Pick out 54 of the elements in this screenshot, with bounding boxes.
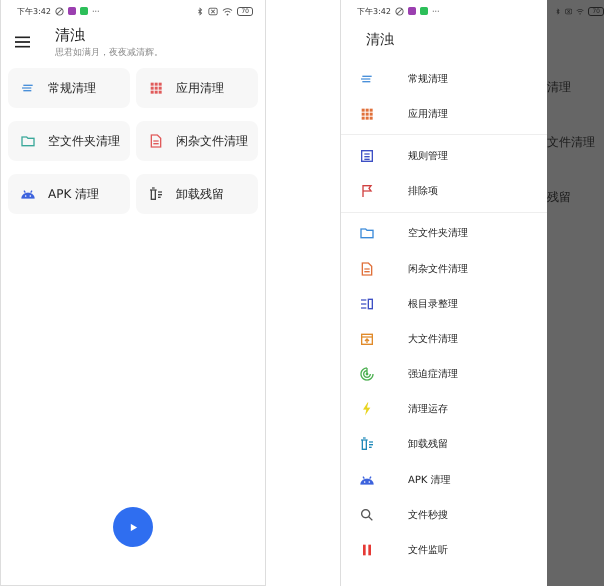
drawer-title: 清浊 (365, 31, 395, 50)
drawer-item[interactable]: 应用清理 (341, 96, 547, 132)
drawer-item[interactable]: 强迫症清理 (341, 356, 547, 392)
search-icon (359, 506, 375, 523)
cleanup-card[interactable]: 空文件夹清理 (8, 121, 130, 161)
start-button[interactable] (113, 507, 153, 547)
columns-icon (359, 296, 375, 312)
drawer-item[interactable]: 根目录整理 (341, 286, 547, 322)
wifi-icon (576, 6, 584, 16)
app-subtitle: 思君如满月，夜夜减清辉。 (55, 46, 163, 59)
cleanup-card[interactable]: 闲杂文件清理 (136, 121, 258, 161)
drawer-item[interactable]: 闲杂文件清理 (341, 250, 547, 286)
grid-icon (359, 106, 375, 122)
app-notification-icon (408, 7, 416, 15)
drawer-item[interactable]: 常规清理 (341, 61, 547, 96)
play-icon (128, 522, 138, 532)
cleanup-card[interactable]: 常规清理 (8, 68, 130, 108)
app-title: 清浊 (55, 26, 86, 44)
drawer-item[interactable]: 文件秒搜 (341, 497, 547, 532)
status-time: 下午3:42 (17, 6, 51, 16)
drawer-item[interactable]: 规则管理 (341, 138, 547, 174)
archive-icon (359, 330, 375, 347)
drawer-item[interactable]: 空文件夹清理 (341, 216, 547, 251)
wifi-icon (222, 6, 234, 16)
trash-list-icon (148, 186, 164, 202)
grid-icon (148, 80, 164, 96)
do-not-disturb-icon (394, 6, 404, 16)
card-label: 文件清理 (547, 134, 596, 151)
document-icon (359, 260, 375, 277)
chat-notification-icon (80, 7, 88, 15)
card-label: 残留 (547, 189, 572, 206)
trash-list-icon (359, 436, 375, 452)
drawer-item[interactable]: APK 清理 (341, 462, 547, 498)
drawer-item[interactable]: 排除项 (341, 174, 547, 209)
cleanup-card[interactable]: APK 清理 (8, 174, 130, 214)
cleanup-card[interactable]: 卸载残留 (136, 174, 258, 214)
document-icon (148, 133, 164, 149)
menu-icon[interactable] (15, 36, 30, 48)
cleanup-card[interactable]: 应用清理 (136, 68, 258, 108)
bluetooth-icon (196, 6, 204, 16)
drawer-item[interactable]: 卸载残留 (341, 426, 547, 462)
drawer-item[interactable]: 文件监听 (341, 532, 547, 568)
card-label: 清理 (547, 79, 572, 96)
radar-icon (359, 366, 375, 382)
drawer-item[interactable]: 大文件清理 (341, 321, 547, 356)
bluetooth-icon (555, 6, 561, 16)
app-notification-icon (68, 7, 76, 15)
do-not-disturb-icon (54, 6, 64, 16)
status-time: 下午3:42 (357, 6, 391, 16)
list-icon (359, 148, 375, 164)
drawer-item[interactable]: 清理运存 (341, 392, 547, 427)
more-notifications: ··· (92, 6, 100, 16)
more-notifications: ··· (432, 6, 440, 16)
chat-notification-icon (420, 7, 428, 15)
